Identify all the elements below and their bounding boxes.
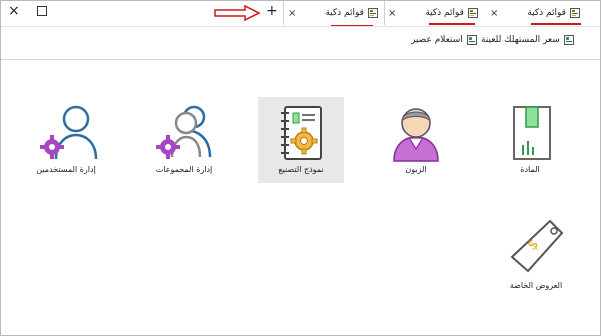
tab-close-button[interactable]: × (388, 8, 396, 19)
groups-gear-icon (156, 105, 212, 159)
red-arrow-annotation (214, 4, 261, 22)
query-icon (466, 35, 477, 45)
customer-icon (393, 108, 439, 162)
box-icon (513, 106, 551, 160)
price-tag-icon: $ (510, 219, 564, 273)
tile-label: نموذج التصنيع (278, 165, 324, 174)
app-window: × + × قوائم ذكية × قوائم ذكية × قوائم ذك… (0, 0, 601, 336)
tab-smart-lists-1[interactable]: × قوائم ذكية (283, 1, 385, 25)
tile-label: العروض الخاصة (509, 281, 563, 290)
title-bar: × + × قوائم ذكية × قوائم ذكية × قوائم ذك… (1, 1, 600, 27)
tile-customer[interactable]: الزبون (373, 97, 459, 183)
button-label: سعر المستهلك للعينة (481, 35, 560, 45)
tile-label: المادة (520, 165, 540, 174)
toolbar: سعر المستهلك للعينة استعلام عصير (1, 26, 600, 60)
tab-smart-lists-3[interactable]: × قوائم ذكية (486, 1, 586, 25)
tab-label: قوائم ذكية (425, 8, 464, 18)
tile-users-management[interactable]: إدارة المستخدمين (23, 97, 109, 183)
new-tab-button[interactable]: + (266, 3, 278, 19)
smart-list-icon (368, 8, 378, 18)
red-underline-annotation (531, 23, 581, 25)
consumer-price-button[interactable]: سعر المستهلك للعينة (481, 35, 574, 45)
tile-special-offers[interactable]: $ العروض الخاصة (493, 213, 579, 299)
smart-list-icon (570, 8, 580, 18)
tile-label: الزبون (405, 165, 427, 174)
tile-manufacturing-model[interactable]: نموذج التصنيع (258, 97, 344, 183)
tab-close-button[interactable]: × (288, 8, 296, 19)
red-underline-annotation (429, 23, 475, 25)
tile-label: إدارة المستخدمين (36, 165, 96, 174)
smart-list-icon (468, 8, 478, 18)
tab-close-button[interactable]: × (490, 8, 498, 19)
tab-label: قوائم ذكية (325, 8, 364, 18)
juice-query-button[interactable]: استعلام عصير (411, 35, 477, 45)
window-maximize-button[interactable] (37, 6, 47, 16)
tile-groups-management[interactable]: إدارة المجموعات (141, 97, 227, 183)
tile-item[interactable]: المادة (487, 97, 573, 183)
user-gear-icon (40, 105, 98, 160)
tab-label: قوائم ذكية (527, 8, 566, 18)
report-icon (563, 35, 574, 45)
manufacturing-notebook-icon (281, 106, 322, 160)
button-label: استعلام عصير (411, 35, 463, 45)
tab-smart-lists-2[interactable]: × قوائم ذكية (384, 1, 484, 25)
window-close-button[interactable]: × (8, 3, 20, 19)
tile-label: إدارة المجموعات (155, 165, 213, 174)
